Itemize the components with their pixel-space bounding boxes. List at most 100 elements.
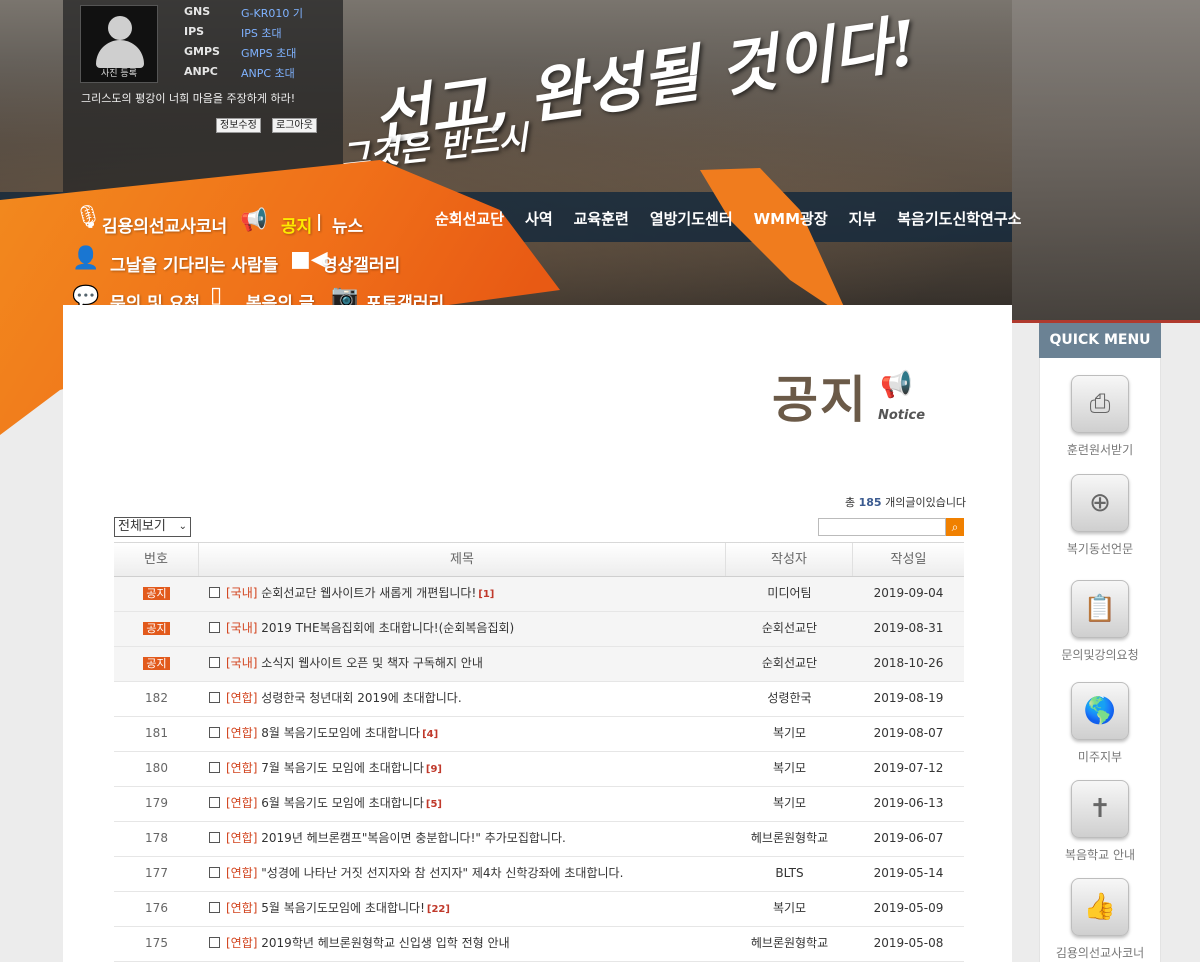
megaphone-icon: 📢	[240, 208, 268, 233]
row-checkbox[interactable]	[209, 902, 220, 913]
profile-photo[interactable]: 사진 등록	[80, 5, 158, 83]
row-date: 2019-05-14	[873, 866, 944, 880]
row-category: [연합]	[226, 901, 258, 915]
row-checkbox[interactable]	[209, 762, 220, 773]
table-row[interactable]: 공지 [국내] 순회선교단 웹사이트가 새롭게 개편됩니다! [1] 미디어팀 2019…	[114, 577, 964, 612]
video-gallery-link[interactable]: 영상갤러리	[322, 251, 400, 276]
photo-caption: 사진 등록	[101, 69, 137, 79]
row-title-link[interactable]: 5월 복음기도모임에 초대합니다!	[261, 901, 425, 915]
row-title-link[interactable]: 2019년 헤브론캠프"복음이면 충분합니다!" 추가모집합니다.	[261, 831, 566, 845]
quick-menu-item[interactable]: ⊕ 복기동선언문	[1039, 474, 1161, 557]
quick-menu-label: 복음학교 안내	[1064, 848, 1136, 862]
nav-item-branches[interactable]: 지부	[849, 208, 877, 229]
anpc-value[interactable]: ANPC 초대	[241, 65, 295, 81]
quick-menu-item[interactable]: ⎙ 훈련원서받기	[1039, 375, 1161, 458]
table-row[interactable]: 공지 [국내] 소식지 웹사이트 오픈 및 책자 구독해지 안내 순회선교단 2018…	[114, 647, 964, 682]
page-title-ko: 공지	[772, 370, 868, 429]
quick-menu-item[interactable]: ✝ 복음학교 안내	[1039, 780, 1161, 863]
row-number: 공지	[114, 647, 199, 681]
row-category: [연합]	[226, 691, 258, 705]
row-number: 179	[145, 796, 168, 810]
row-title-link[interactable]: 2019학년 헤브론원형학교 신입생 입학 전형 안내	[261, 936, 509, 950]
gmps-label: GMPS	[184, 45, 220, 58]
ips-value[interactable]: IPS 초대	[241, 25, 282, 41]
row-number: 181	[145, 726, 168, 740]
row-title-link[interactable]: 성령한국 청년대회 2019에 초대합니다.	[261, 691, 461, 705]
row-title-cell: [연합] 5월 복음기도모임에 초대합니다! [22]	[199, 892, 726, 926]
notice-badge: 공지	[143, 657, 170, 670]
nav-item-circuit-mission[interactable]: 순회선교단	[435, 208, 504, 229]
row-checkbox[interactable]	[209, 867, 220, 878]
row-checkbox[interactable]	[209, 587, 220, 598]
row-author: 미디어팀	[767, 586, 812, 600]
notice-badge: 공지	[143, 587, 170, 600]
post-count: 총 185 개의글이있습니다	[845, 494, 966, 510]
nav-item-prayer-center[interactable]: 열방기도센터	[650, 208, 733, 229]
category-filter-select[interactable]: 전체보기 ⌄	[114, 517, 191, 537]
table-row[interactable]: 180 [연합] 7월 복음기도 모임에 초대합니다 [9] 복기모 2019-07-1…	[114, 752, 964, 787]
avatar-body-icon	[96, 40, 144, 68]
row-title-link[interactable]: 소식지 웹사이트 오픈 및 책자 구독해지 안내	[261, 656, 483, 670]
row-title-cell: [연합] 7월 복음기도 모임에 초대합니다 [9]	[199, 752, 726, 786]
count-suffix: 개의글이있습니다	[885, 496, 967, 509]
row-title-link[interactable]: 8월 복음기도모임에 초대합니다	[261, 726, 420, 740]
table-row[interactable]: 175 [연합] 2019학년 헤브론원형학교 신입생 입학 전형 안내 헤브론원형…	[114, 927, 964, 962]
row-number: 182	[145, 691, 168, 705]
row-category: [연합]	[226, 796, 258, 810]
globe-icon: 🌎	[1071, 682, 1129, 740]
row-author: 헤브론원형학교	[750, 936, 829, 950]
table-row[interactable]: 176 [연합] 5월 복음기도모임에 초대합니다! [22] 복기모 2019-05-…	[114, 892, 964, 927]
bible-icon: ▯	[210, 283, 223, 308]
row-date: 2019-06-13	[873, 796, 944, 810]
gmps-value[interactable]: GMPS 초대	[241, 45, 296, 61]
quick-menu-item[interactable]: 🌎 미주지부	[1039, 682, 1161, 765]
row-checkbox[interactable]	[209, 622, 220, 633]
filter-selected: 전체보기	[118, 519, 166, 534]
search-icon[interactable]: ⌕	[946, 518, 964, 536]
row-title-cell: [연합] "성경에 나타난 거짓 선지자와 참 선지자" 제4차 신학강좌에 초…	[199, 857, 726, 891]
row-title-link[interactable]: 7월 복음기도 모임에 초대합니다	[261, 761, 424, 775]
row-date: 2019-05-08	[873, 936, 944, 950]
table-row[interactable]: 182 [연합] 성령한국 청년대회 2019에 초대합니다. 성령한국 2019-0…	[114, 682, 964, 717]
quick-menu-item[interactable]: 👍 김용의선교사코너	[1039, 878, 1161, 961]
row-author: 복기모	[772, 796, 807, 810]
logout-button[interactable]: 로그아웃	[272, 118, 317, 133]
gns-value[interactable]: G-KR010 기	[241, 5, 303, 21]
row-author: 복기모	[772, 901, 807, 915]
anpc-label: ANPC	[184, 65, 218, 78]
row-checkbox[interactable]	[209, 797, 220, 808]
table-row[interactable]: 179 [연합] 6월 복음기도 모임에 초대합니다 [5] 복기모 2019-06-1…	[114, 787, 964, 822]
row-comment-count: [4]	[422, 729, 439, 740]
search-input[interactable]	[818, 518, 946, 536]
row-title-link[interactable]: 순회선교단 웹사이트가 새롭게 개편됩니다!	[261, 586, 476, 600]
avatar-icon	[108, 16, 132, 40]
steering-wheel-icon: ⊕	[1071, 474, 1129, 532]
news-link[interactable]: 뉴스	[332, 212, 363, 237]
row-checkbox[interactable]	[209, 937, 220, 948]
table-row[interactable]: 공지 [국내] 2019 THE복음집회에 초대합니다!(순회복음집회) 순회선교단…	[114, 612, 964, 647]
nav-item-wmm-plaza[interactable]: WMM광장	[754, 208, 828, 229]
waiting-people-link[interactable]: 그날을 기다리는 사람들	[110, 251, 278, 276]
missionary-corner-link[interactable]: 김용의선교사코너	[102, 212, 227, 237]
row-checkbox[interactable]	[209, 832, 220, 843]
row-checkbox[interactable]	[209, 727, 220, 738]
row-title-link[interactable]: 2019 THE복음집회에 초대합니다!(순회복음집회)	[261, 621, 514, 635]
table-row[interactable]: 177 [연합] "성경에 나타난 거짓 선지자와 참 선지자" 제4차 신학강좌…	[114, 857, 964, 892]
row-date: 2019-06-07	[873, 831, 944, 845]
nav-item-training[interactable]: 교육훈련	[574, 208, 629, 229]
nav-item-ministry[interactable]: 사역	[525, 208, 553, 229]
quick-menu-label: 미주지부	[1077, 750, 1123, 764]
row-title-link[interactable]: "성경에 나타난 거짓 선지자와 참 선지자" 제4차 신학강좌에 초대합니다.	[261, 866, 623, 880]
table-row[interactable]: 181 [연합] 8월 복음기도모임에 초대합니다 [4] 복기모 2019-08-07	[114, 717, 964, 752]
row-author: 순회선교단	[761, 621, 818, 635]
notice-link[interactable]: 공지	[281, 212, 312, 237]
notice-badge: 공지	[143, 622, 170, 635]
row-checkbox[interactable]	[209, 657, 220, 668]
row-title-link[interactable]: 6월 복음기도 모임에 초대합니다	[261, 796, 424, 810]
nav-item-theology-institute[interactable]: 복음기도신학연구소	[897, 208, 1021, 229]
quick-menu-item[interactable]: 📋 문의및강의요청	[1039, 580, 1161, 663]
table-row[interactable]: 178 [연합] 2019년 헤브론캠프"복음이면 충분합니다!" 추가모집합니다…	[114, 822, 964, 857]
edit-profile-button[interactable]: 정보수정	[216, 118, 261, 133]
row-checkbox[interactable]	[209, 692, 220, 703]
row-date: 2018-10-26	[873, 656, 944, 670]
